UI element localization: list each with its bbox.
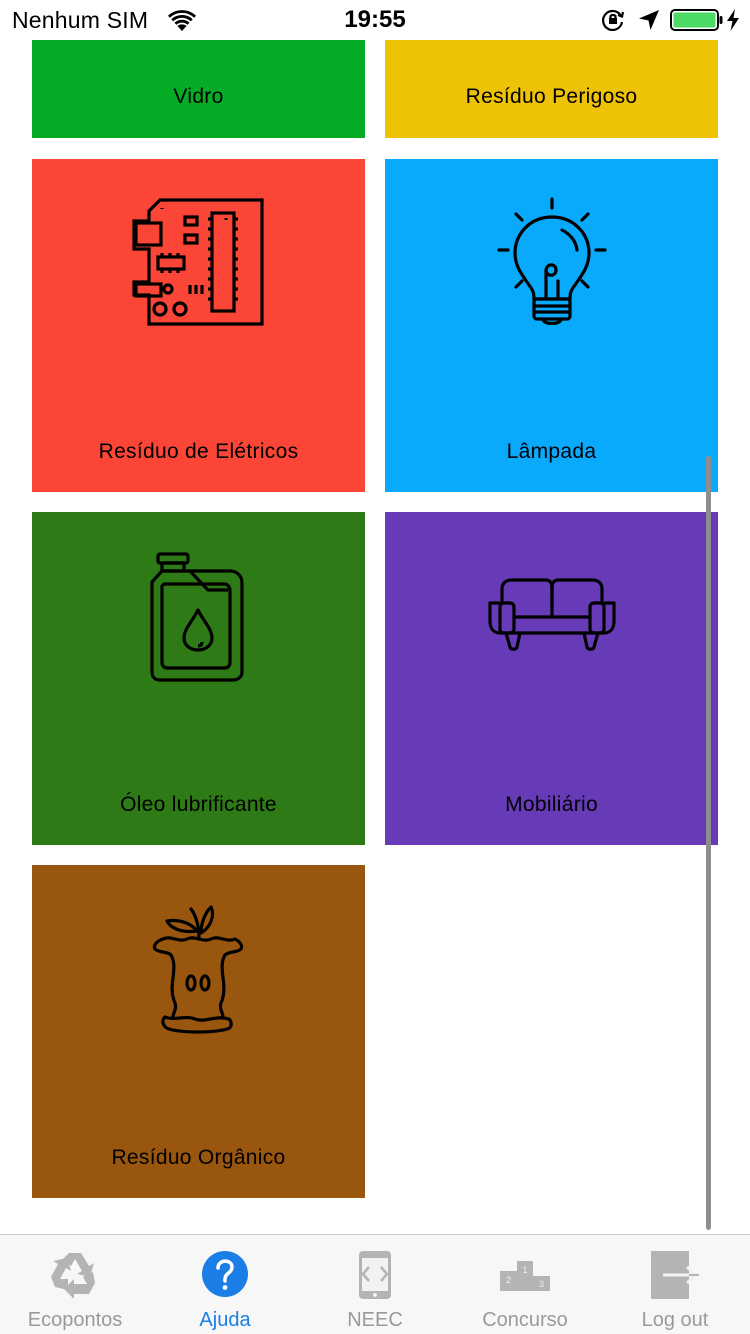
scrollbar[interactable]	[706, 456, 711, 1230]
tile-residuo-eletricos[interactable]: Resíduo de Elétricos	[32, 159, 365, 492]
tile-label: Resíduo Orgânico	[111, 1146, 286, 1169]
tab-ajuda[interactable]: Ajuda	[150, 1235, 300, 1334]
sofa-icon	[488, 578, 616, 651]
svg-text:2: 2	[506, 1275, 511, 1285]
tile-lampada[interactable]: Lâmpada	[385, 159, 718, 492]
logout-icon	[651, 1251, 699, 1299]
tile-label: Resíduo de Elétricos	[98, 440, 299, 463]
location-arrow-icon	[639, 10, 659, 30]
apple-core-icon	[152, 905, 244, 1034]
category-grid[interactable]: Vidro Resíduo Perigoso Resíduo de Elétri…	[0, 0, 750, 1234]
rotation-lock-icon	[602, 9, 625, 31]
tab-ecopontos[interactable]: Ecopontos	[0, 1235, 150, 1334]
battery-icon	[670, 9, 723, 31]
tab-log-out[interactable]: Log out	[600, 1235, 750, 1334]
tab-concurso[interactable]: 1 2 3 Concurso	[450, 1235, 600, 1334]
tile-oleo-lubrificante[interactable]: Óleo lubrificante	[32, 512, 365, 845]
tile-residuo-perigoso[interactable]: Resíduo Perigoso	[385, 40, 718, 138]
oil-canister-icon	[150, 552, 244, 682]
tile-residuo-organico[interactable]: Resíduo Orgânico	[32, 865, 365, 1198]
tab-label: Log out	[641, 1309, 709, 1331]
tile-label: Mobiliário	[505, 793, 598, 816]
light-bulb-icon	[497, 197, 607, 326]
tile-label: Vidro	[173, 85, 224, 108]
tile-label: Resíduo Perigoso	[465, 85, 638, 108]
podium-icon: 1 2 3	[500, 1261, 550, 1291]
charging-bolt-icon	[727, 9, 739, 31]
tab-bar: Ecopontos Ajuda NEEC 1 2 3 Concurso Log …	[0, 1234, 750, 1334]
svg-text:3: 3	[539, 1279, 544, 1289]
tab-label: Concurso	[482, 1309, 568, 1331]
tile-vidro[interactable]: Vidro	[32, 40, 365, 138]
help-icon	[202, 1251, 248, 1297]
tab-label: Ajuda	[199, 1309, 251, 1331]
tile-label: Lâmpada	[506, 440, 597, 463]
recycle-icon	[51, 1253, 95, 1299]
tab-label: NEEC	[347, 1309, 403, 1331]
phone-icon	[359, 1251, 391, 1299]
status-bar: Nenhum SIM 19:55	[0, 0, 750, 40]
tab-neec[interactable]: NEEC	[300, 1235, 450, 1334]
tile-label: Óleo lubrificante	[120, 793, 277, 816]
svg-text:1: 1	[522, 1265, 527, 1275]
tile-mobiliario[interactable]: Mobiliário	[385, 512, 718, 845]
circuit-board-icon	[132, 198, 264, 326]
tab-label: Ecopontos	[27, 1309, 123, 1331]
